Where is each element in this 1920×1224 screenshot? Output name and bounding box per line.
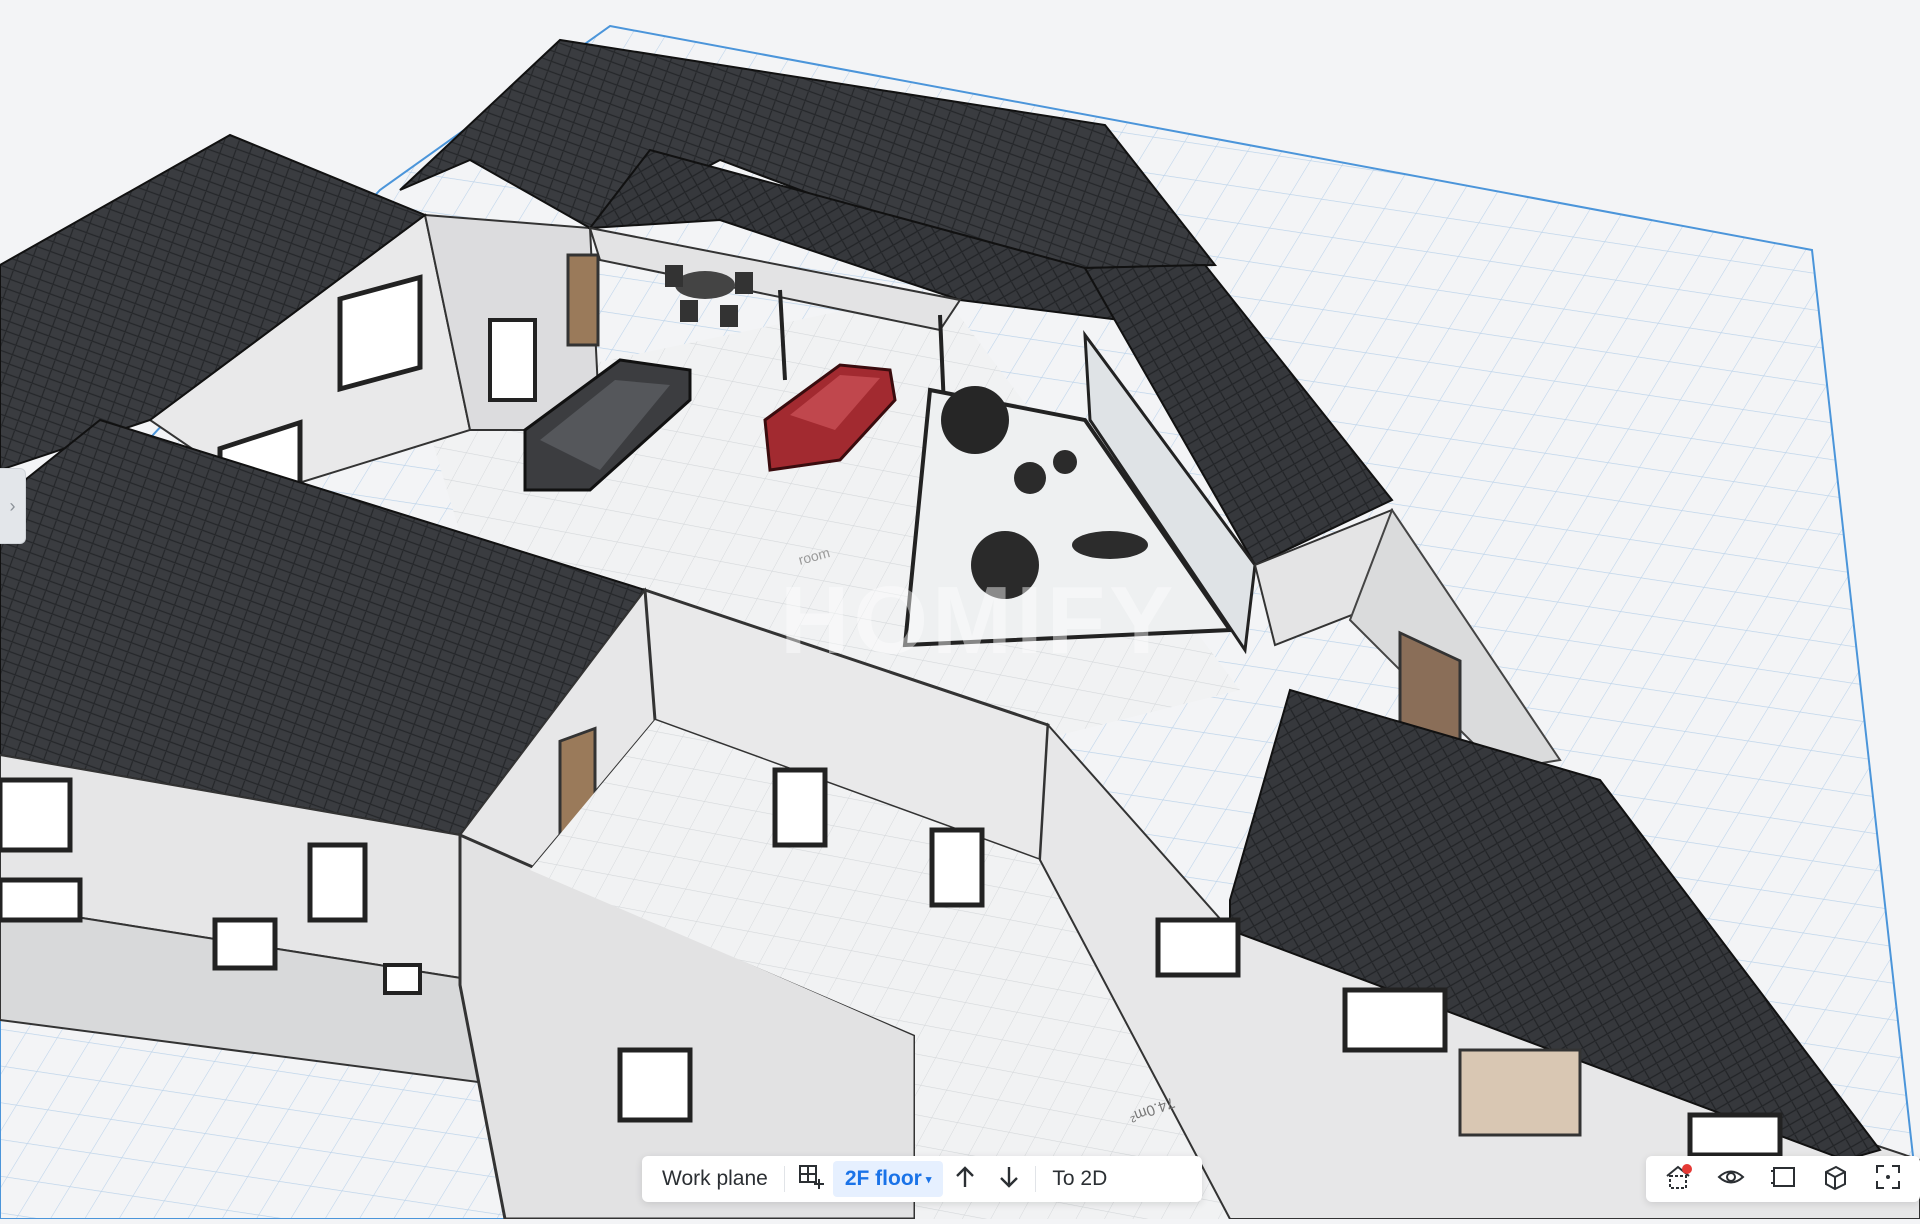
frame-view-button[interactable]	[1761, 1159, 1805, 1199]
side-panel-toggle[interactable]: ›	[0, 468, 26, 544]
tree	[941, 386, 1009, 454]
divider	[1035, 1166, 1037, 1192]
patio-table	[675, 271, 735, 299]
add-plane-button[interactable]	[789, 1159, 833, 1199]
chevron-right-icon: ›	[9, 495, 16, 516]
window	[1155, 917, 1241, 978]
patio-chair	[680, 300, 698, 322]
home-view-button[interactable]	[1656, 1159, 1700, 1199]
eye-icon	[1716, 1162, 1746, 1197]
window	[488, 318, 537, 402]
shrub	[1014, 462, 1046, 494]
window	[307, 842, 368, 923]
patio-chair	[665, 265, 683, 287]
frame-icon	[1768, 1162, 1798, 1197]
bonsai-tree	[1072, 531, 1148, 559]
window	[1687, 1112, 1783, 1158]
window	[1342, 987, 1448, 1053]
window	[929, 827, 985, 908]
window	[617, 1047, 693, 1123]
garage-door	[1458, 1048, 1582, 1137]
grid-plus-icon	[797, 1163, 825, 1196]
visibility-button[interactable]	[1709, 1159, 1753, 1199]
view-toolbar	[1646, 1156, 1920, 1202]
floor-toolbar: Work plane 2F floor ▾ To 2D	[642, 1156, 1202, 1202]
arrow-down-icon	[996, 1164, 1022, 1195]
patio-chair	[735, 272, 753, 294]
fullscreen-icon	[1873, 1162, 1903, 1197]
floor-up-button[interactable]	[943, 1159, 987, 1199]
watermark-logo: HOMIFY	[780, 567, 1178, 674]
window	[383, 963, 422, 995]
work-plane-button[interactable]: Work plane	[650, 1161, 780, 1197]
divider	[783, 1166, 785, 1192]
arrow-up-icon	[952, 1164, 978, 1195]
window	[772, 767, 828, 848]
door	[566, 253, 600, 347]
window	[337, 274, 423, 393]
window	[212, 917, 278, 971]
3d-view-button[interactable]	[1813, 1159, 1857, 1199]
to-2d-button[interactable]: To 2D	[1040, 1161, 1119, 1197]
floor-selector[interactable]: 2F floor ▾	[832, 1161, 944, 1197]
fullscreen-button[interactable]	[1866, 1159, 1910, 1199]
window	[0, 877, 83, 923]
shrub	[1053, 450, 1077, 474]
patio-chair	[720, 305, 738, 327]
window	[0, 777, 73, 853]
floor-label: 2F floor	[844, 1167, 922, 1190]
cube-icon	[1820, 1162, 1850, 1197]
floor-down-button[interactable]	[987, 1159, 1031, 1199]
chevron-down-icon: ▾	[925, 1173, 932, 1186]
